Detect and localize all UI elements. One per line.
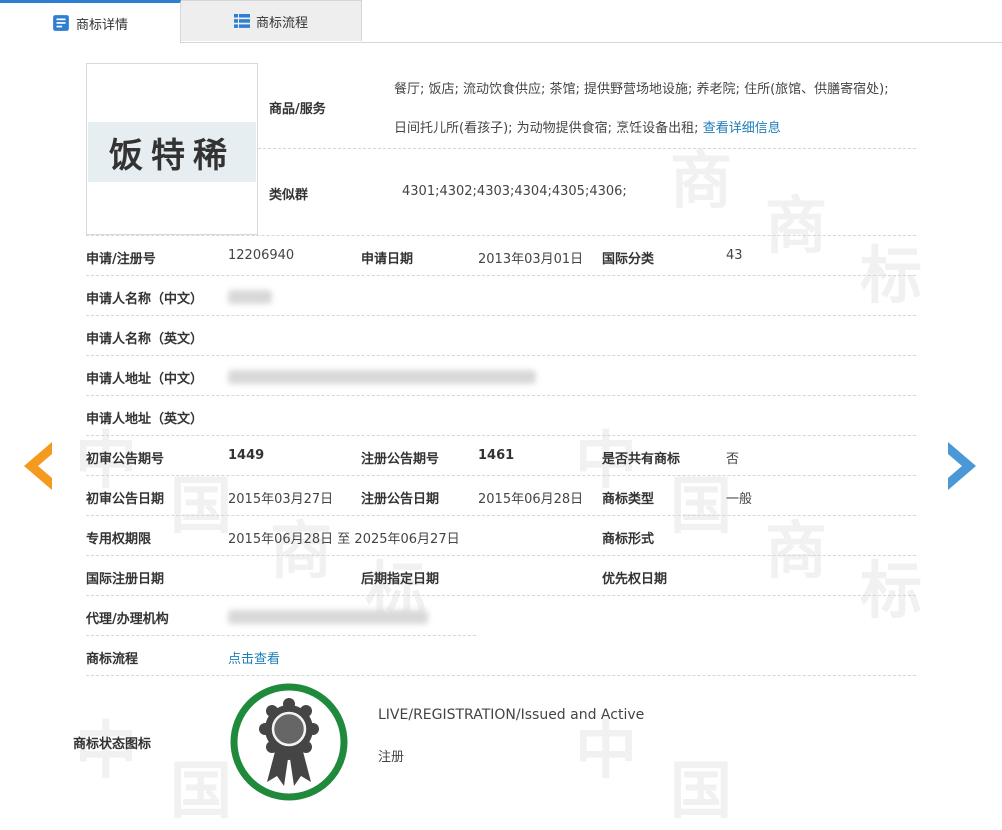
view-details-link[interactable]: 查看详细信息 [703,121,781,136]
reg-no-value: 12206940 [228,248,295,263]
applicant-en-label: 申请人名称（英文） [86,332,204,347]
applicant-cn-label: 申请人名称（中文） [86,292,204,307]
divider [86,515,916,516]
prelim-date-label: 初审公告日期 [86,492,165,507]
process-label: 商标流程 [86,652,139,667]
agent-label: 代理/办理机构 [86,612,169,627]
apply-date-label: 申请日期 [361,252,414,267]
prelim-issue-value: 1449 [228,448,265,463]
intl-class-value: 43 [726,248,743,263]
divider [86,595,916,596]
address-cn-label: 申请人地址（中文） [86,372,204,387]
reg-date-value: 2015年06月28日 [478,492,584,507]
trademark-image-text: 饭特稀 [88,122,256,182]
tm-form-label: 商标形式 [602,532,655,547]
exclusive-period-label: 专用权期限 [86,532,152,547]
goods-services-label: 商品/服务 [269,102,326,117]
divider [86,435,916,436]
similar-group-value: 4301;4302;4303;4304;4305;4306; [402,184,627,199]
apply-date-value: 2013年03月01日 [478,252,584,267]
divider [86,235,916,236]
goods-services-line1: 餐厅; 饭店; 流动饮食供应; 茶馆; 提供野营场地设施; 养老院; 住所(旅馆… [394,82,889,97]
goods-services-line2: 日间托儿所(看孩子); 为动物提供食宿; 烹饪设备出租; [394,121,699,136]
trademark-detail-panel: 饭特稀 商品/服务 餐厅; 饭店; 流动饮食供应; 茶馆; 提供野营场地设施; … [0,0,1002,807]
reg-no-label: 申请/注册号 [86,252,156,267]
divider [86,475,916,476]
tm-type-label: 商标类型 [602,492,655,507]
divider [86,395,916,396]
reg-issue-label: 注册公告期号 [361,452,440,467]
divider [258,148,916,149]
divider [86,315,916,316]
goods-services-line2-container: 日间托儿所(看孩子); 为动物提供食宿; 烹饪设备出租; 查看详细信息 [394,117,781,136]
redacted-address-cn [228,370,536,384]
shared-value: 否 [726,452,740,467]
redacted-applicant-cn [228,290,272,304]
later-designation-label: 后期指定日期 [361,572,440,587]
prelim-issue-label: 初审公告期号 [86,452,165,467]
divider [86,355,916,356]
tm-type-value: 一般 [726,492,753,507]
intl-class-label: 国际分类 [602,252,655,267]
status-cn-text: 注册 [378,750,405,765]
process-view-link[interactable]: 点击查看 [228,648,280,667]
reg-issue-value: 1461 [478,448,515,463]
intl-reg-date-label: 国际注册日期 [86,572,165,587]
address-en-label: 申请人地址（英文） [86,412,204,427]
similar-group-label: 类似群 [269,188,309,203]
registration-badge-icon [230,683,348,801]
status-icon-label: 商标状态图标 [73,737,152,752]
divider [86,275,916,276]
divider [86,675,916,676]
redacted-agent [228,610,428,624]
divider [86,555,916,556]
priority-date-label: 优先权日期 [602,572,668,587]
exclusive-period-value: 2015年06月28日 至 2025年06月27日 [228,532,460,547]
prelim-date-value: 2015年03月27日 [228,492,334,507]
reg-date-label: 注册公告日期 [361,492,440,507]
divider [86,635,476,636]
trademark-image: 饭特稀 [86,63,258,235]
previous-arrow-icon[interactable] [18,440,54,492]
status-en-text: LIVE/REGISTRATION/Issued and Active [378,707,645,723]
shared-label: 是否共有商标 [602,452,681,467]
next-arrow-icon[interactable] [946,440,982,492]
